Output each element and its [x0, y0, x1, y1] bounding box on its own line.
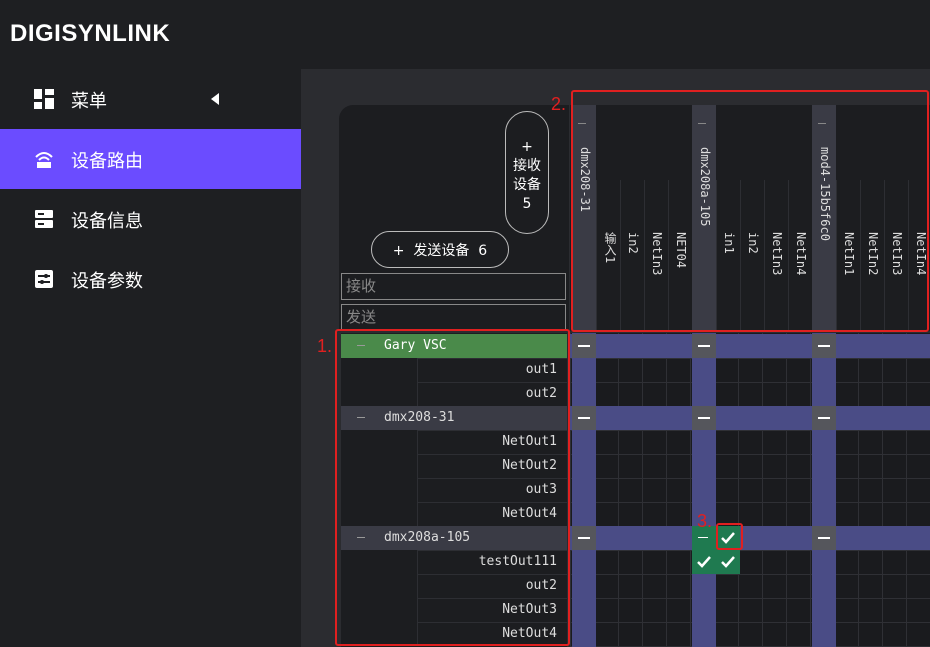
device-crosspoint-button[interactable] [812, 406, 836, 430]
receive-device-count: 5 [522, 196, 532, 212]
send-button-label: + 发送设备 6 [392, 242, 488, 259]
placeholder: 发送 [346, 308, 377, 326]
grid-line [570, 574, 930, 575]
check-icon [697, 556, 711, 568]
annotation-box-3 [716, 523, 743, 550]
annotation-box-1 [335, 329, 570, 646]
minus-icon [698, 417, 710, 419]
placeholder: 接收 [346, 277, 377, 295]
device-column-band [572, 333, 596, 647]
minus-icon [578, 537, 590, 539]
sidebar-item-device-params[interactable]: 设备参数 [0, 249, 301, 309]
check-icon [721, 556, 735, 568]
annotation-label-3: 3. [697, 511, 713, 531]
caret-left-icon[interactable] [210, 93, 220, 105]
dashboard-icon [34, 89, 54, 109]
sidebar-item-label: 设备参数 [71, 271, 143, 292]
grid-line [570, 454, 930, 455]
grid-line [690, 333, 691, 647]
minus-icon [818, 417, 830, 419]
add-receive-device-button[interactable]: + 接收 设备 5 [505, 111, 549, 234]
minus-icon [818, 537, 830, 539]
app-logo: DIGISYNLINK [10, 20, 171, 47]
receive-button-label: 接收 [513, 158, 541, 174]
grid-line [570, 550, 930, 551]
grid-line [570, 622, 930, 623]
device-crosspoint-button[interactable] [572, 334, 596, 358]
minus-icon [698, 345, 710, 347]
device-crosspoint-button[interactable] [812, 526, 836, 550]
sidebar-item-device-routing[interactable]: 设备路由 [0, 129, 301, 189]
minus-icon [578, 417, 590, 419]
device-row-band [570, 334, 930, 358]
sidebar-item-menu[interactable]: 菜单 [0, 69, 301, 129]
device-crosspoint-button[interactable] [572, 406, 596, 430]
grid-line [666, 333, 667, 647]
grid-line [762, 333, 763, 647]
minus-icon [698, 537, 708, 538]
grid-line [738, 333, 739, 647]
routing-matrix [570, 333, 930, 647]
receive-button-label: 设备 [513, 177, 541, 193]
annotation-box-2 [571, 90, 929, 332]
sidebar-item-label: 菜单 [71, 91, 107, 112]
grid-line [570, 333, 571, 647]
grid-line [570, 502, 930, 503]
grid-line [906, 333, 907, 647]
route-connected-cell[interactable] [692, 550, 716, 574]
grid-line [570, 382, 930, 383]
device-crosspoint-button[interactable] [692, 406, 716, 430]
annotation-label-1: 1. [317, 336, 333, 356]
device-column-band [812, 333, 836, 647]
device-row-band [570, 526, 930, 550]
grid-line [810, 333, 811, 647]
sidebar-item-device-info[interactable]: 设备信息 [0, 189, 301, 249]
sliders-icon [35, 270, 53, 288]
minus-icon [578, 345, 590, 347]
grid-line [570, 430, 930, 431]
device-column-band [692, 333, 716, 647]
device-crosspoint-button[interactable] [692, 334, 716, 358]
grid-line [858, 333, 859, 647]
device-crosspoint-button[interactable] [572, 526, 596, 550]
sidebar-item-label: 设备信息 [71, 211, 143, 232]
server-icon [35, 210, 53, 228]
minus-icon [818, 345, 830, 347]
device-crosspoint-button[interactable] [812, 334, 836, 358]
sidebar: 菜单 设备路由 设备信息 设备参数 [0, 69, 301, 647]
router-icon [35, 152, 53, 168]
annotation-label-2: 2. [551, 94, 567, 114]
grid-line [570, 598, 930, 599]
grid-line [570, 358, 930, 359]
receive-filter-input[interactable]: 接收 [341, 273, 566, 300]
plus-icon: + [521, 139, 533, 155]
top-bar: DIGISYNLINK [0, 0, 930, 69]
add-send-device-button[interactable]: + 发送设备 6 [371, 231, 509, 268]
device-row-band [570, 406, 930, 430]
sidebar-item-label: 设备路由 [71, 151, 143, 172]
grid-line [786, 333, 787, 647]
grid-line [618, 333, 619, 647]
grid-line [882, 333, 883, 647]
route-connected-cell[interactable] [716, 550, 740, 574]
grid-line [642, 333, 643, 647]
send-filter-input[interactable]: 发送 [341, 304, 566, 331]
grid-line [570, 478, 930, 479]
